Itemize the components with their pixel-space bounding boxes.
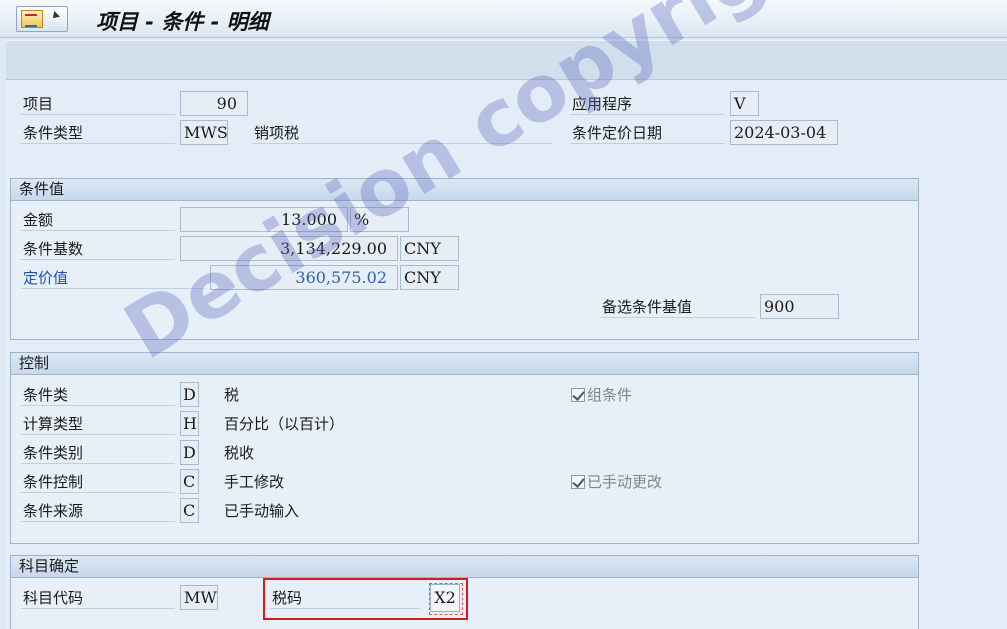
alternative-base-label: 备选条件基值 bbox=[600, 296, 755, 318]
control-title: 控制 bbox=[11, 353, 918, 375]
condition-values-title: 条件值 bbox=[11, 179, 918, 201]
item-field[interactable]: 90 bbox=[180, 91, 248, 116]
amount-field[interactable]: 13.000 bbox=[180, 207, 348, 232]
application-toolbar bbox=[6, 40, 1007, 80]
pricing-value-label[interactable]: 定价值 bbox=[21, 267, 205, 289]
condition-origin-description: 已手动输入 bbox=[224, 502, 300, 520]
application-label: 应用程序 bbox=[570, 93, 725, 115]
title-bar: 项目 - 条件 - 明细 bbox=[0, 0, 1007, 38]
condition-base-field[interactable]: 3,134,229.00 bbox=[180, 236, 398, 261]
alternative-base-field[interactable]: 900 bbox=[760, 294, 839, 319]
account-key-label: 科目代码 bbox=[21, 587, 175, 609]
pricing-date-label: 条件定价日期 bbox=[570, 122, 725, 144]
condition-category-description: 税收 bbox=[224, 444, 255, 462]
condition-class-description: 税 bbox=[224, 386, 240, 404]
menu-arrow-icon bbox=[50, 11, 60, 21]
account-key-field[interactable]: MWS bbox=[180, 585, 218, 610]
manually-changed-checkbox[interactable]: 已手动更改 bbox=[571, 472, 662, 492]
checkbox-checked-icon bbox=[571, 388, 585, 402]
condition-origin-label: 条件来源 bbox=[21, 500, 175, 522]
application-field[interactable]: V bbox=[730, 91, 759, 116]
calculation-type-label: 计算类型 bbox=[21, 413, 175, 435]
condition-base-currency-field[interactable]: CNY bbox=[400, 236, 459, 261]
calculation-type-field[interactable]: H bbox=[180, 411, 199, 436]
amount-label: 金额 bbox=[21, 209, 175, 231]
group-condition-checkbox[interactable]: 组条件 bbox=[571, 385, 632, 405]
condition-type-field[interactable]: MWSI bbox=[180, 120, 228, 145]
condition-class-label: 条件类 bbox=[21, 384, 175, 406]
item-label: 项目 bbox=[21, 93, 175, 115]
condition-category-label: 条件类别 bbox=[21, 442, 175, 464]
condition-control-description: 手工修改 bbox=[224, 473, 285, 491]
condition-control-label: 条件控制 bbox=[21, 471, 175, 493]
calculation-type-description: 百分比（以百计） bbox=[224, 415, 345, 433]
group-condition-label: 组条件 bbox=[587, 386, 633, 404]
condition-type-label: 条件类型 bbox=[21, 122, 175, 144]
condition-control-field[interactable]: C bbox=[180, 469, 199, 494]
manually-changed-label: 已手动更改 bbox=[587, 473, 663, 491]
condition-origin-field[interactable]: C bbox=[180, 498, 199, 523]
pricing-value-currency-field[interactable]: CNY bbox=[400, 265, 459, 290]
condition-category-field[interactable]: D bbox=[180, 440, 199, 465]
checkbox-checked-icon bbox=[571, 475, 585, 489]
account-determination-title: 科目确定 bbox=[11, 556, 918, 578]
condition-type-description: 销项税 bbox=[252, 122, 552, 144]
system-menu-button[interactable] bbox=[16, 6, 68, 32]
pricing-date-field[interactable]: 2024-03-04 bbox=[730, 120, 838, 145]
document-icon bbox=[21, 10, 43, 28]
window-title: 项目 - 条件 - 明细 bbox=[96, 10, 269, 34]
condition-class-field[interactable]: D bbox=[180, 382, 199, 407]
pricing-value-field[interactable]: 360,575.02 bbox=[210, 265, 398, 290]
condition-base-label: 条件基数 bbox=[21, 238, 175, 260]
amount-unit-field[interactable]: % bbox=[350, 207, 409, 232]
highlight-box bbox=[263, 578, 468, 620]
